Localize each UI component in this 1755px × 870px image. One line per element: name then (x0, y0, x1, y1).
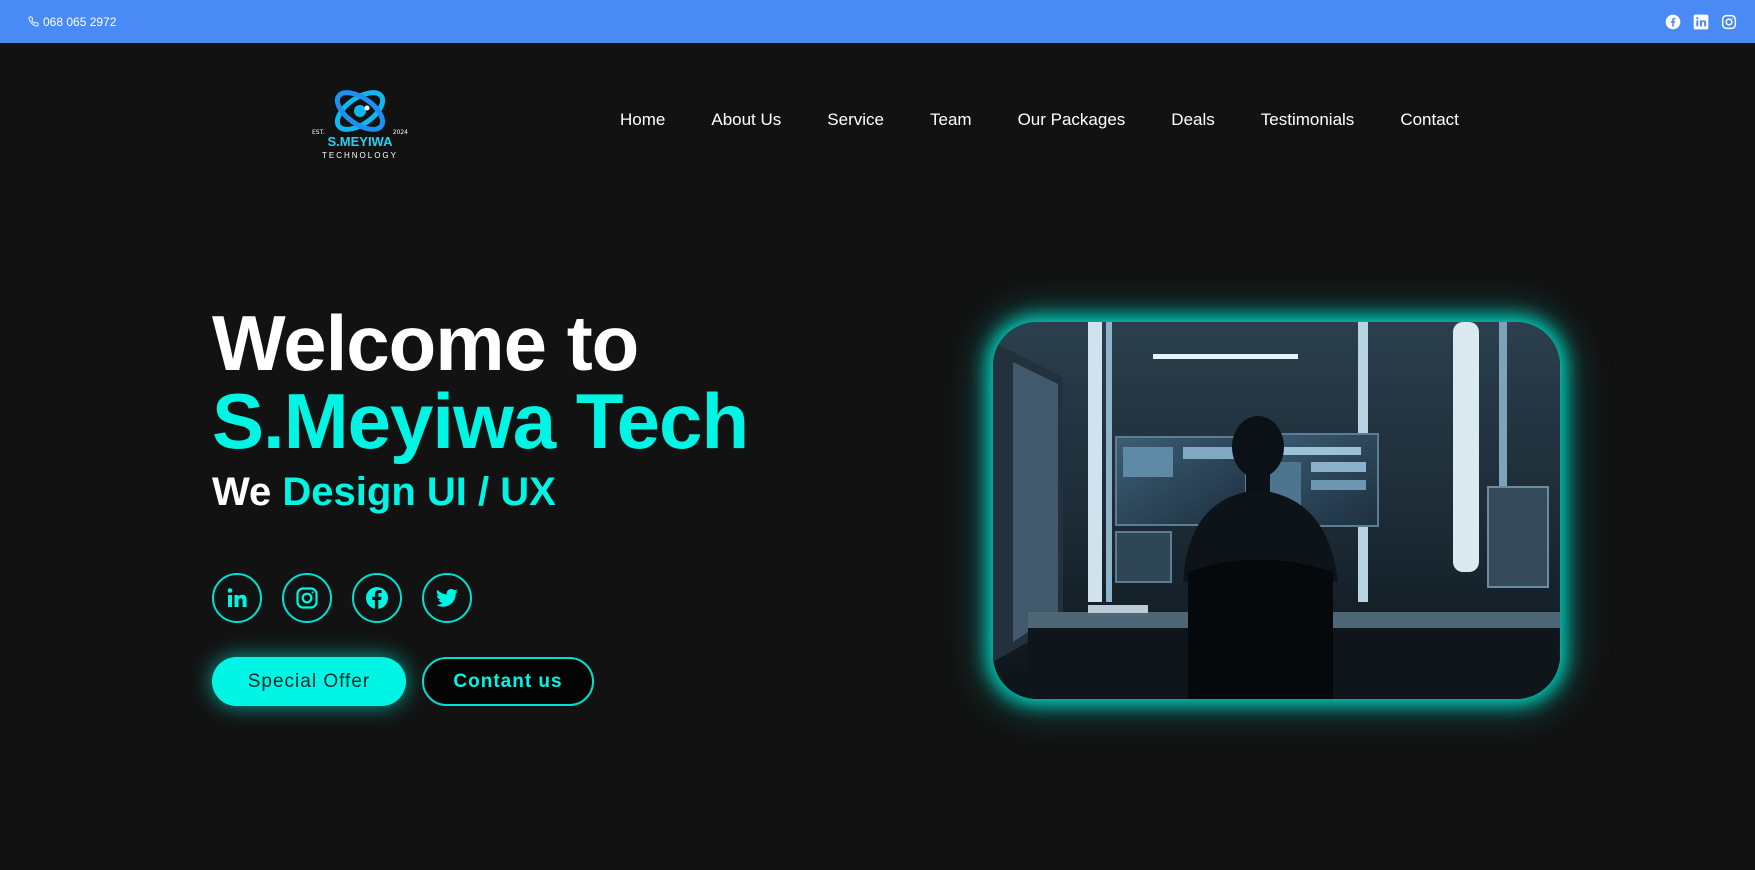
hero-social-links (212, 573, 472, 623)
hero-instagram-button[interactable] (282, 573, 332, 623)
phone-icon (28, 16, 39, 27)
top-bar: 068 065 2972 (0, 0, 1755, 43)
special-offer-button[interactable]: Special Offer (212, 657, 406, 706)
logo-year: 2024 (393, 129, 408, 136)
hero-linkedin-button[interactable] (212, 573, 262, 623)
top-social-links (1665, 14, 1737, 30)
twitter-icon (436, 588, 458, 607)
linkedin-icon[interactable] (1693, 14, 1709, 30)
phone-contact[interactable]: 068 065 2972 (28, 15, 116, 29)
instagram-icon[interactable] (1721, 14, 1737, 30)
linkedin-icon (227, 588, 247, 607)
nav-testimonials[interactable]: Testimonials (1261, 110, 1355, 130)
hero-heading-brand: S.Meyiwa Tech (212, 377, 749, 465)
nav-team[interactable]: Team (930, 110, 972, 130)
nav-our-packages[interactable]: Our Packages (1018, 110, 1126, 130)
nav-home[interactable]: Home (620, 110, 665, 130)
nav-contact[interactable]: Contact (1400, 110, 1459, 130)
hero-facebook-button[interactable] (352, 573, 402, 623)
logo-name: S.MEYIWA (327, 134, 393, 149)
hero-subheading: We Design UI / UX (212, 470, 556, 515)
hero-subheading-highlight: Design UI / UX (282, 470, 556, 514)
hero-subheading-prefix: We (212, 470, 272, 514)
hero-buttons: Special Offer Contant us (212, 657, 594, 706)
nav-about-us[interactable]: About Us (711, 110, 781, 130)
contact-us-button[interactable]: Contant us (422, 657, 594, 706)
logo-est: EST. (312, 129, 325, 136)
instagram-icon (296, 587, 318, 609)
nav-deals[interactable]: Deals (1171, 110, 1214, 130)
site-logo[interactable]: EST. 2024 S.MEYIWA TECHNOLOGY (309, 84, 411, 164)
hero-twitter-button[interactable] (422, 573, 472, 623)
nav-service[interactable]: Service (827, 110, 884, 130)
facebook-icon[interactable] (1665, 14, 1681, 30)
logo-tagline: TECHNOLOGY (322, 151, 398, 160)
facebook-icon (366, 587, 388, 609)
hero-image (993, 322, 1560, 699)
server-room-illustration (993, 322, 1560, 699)
main-nav: Home About Us Service Team Our Packages … (620, 110, 1459, 130)
phone-number: 068 065 2972 (43, 14, 117, 29)
